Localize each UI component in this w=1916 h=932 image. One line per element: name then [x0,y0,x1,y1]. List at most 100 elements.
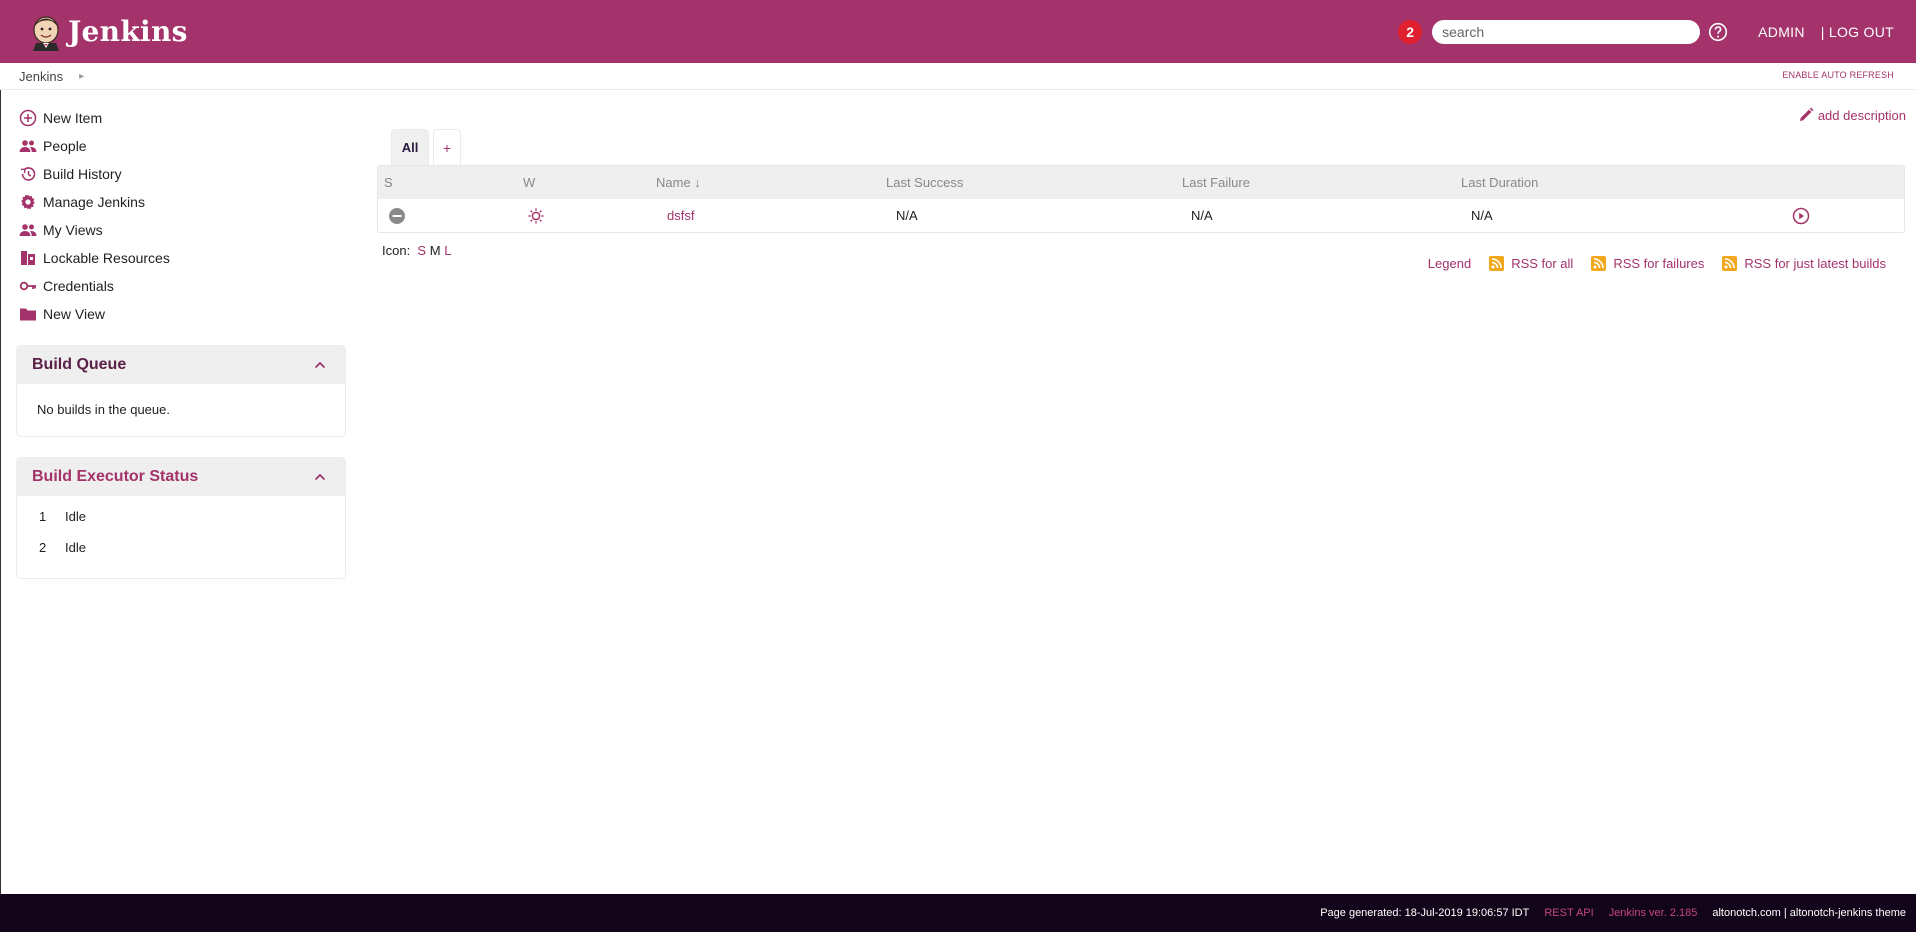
theme-credit: altonotch.com | altonotch-jenkins theme [1712,907,1906,919]
people-icon [18,136,38,156]
logout-link[interactable]: | LOG OUT [1821,24,1894,40]
left-border [0,90,1,894]
build-executor-header: Build Executor Status [17,458,345,496]
last-success-value: N/A [896,208,918,223]
build-queue-body: No builds in the queue. [17,384,345,417]
rss-all-label: RSS for all [1511,256,1574,271]
rss-latest-label: RSS for just latest builds [1744,256,1886,271]
executor-number: 1 [39,509,47,524]
enable-auto-refresh-link[interactable]: ENABLE AUTO REFRESH [1782,70,1894,80]
table-header-row: S W Name ↓ Last Success Last Failure Las… [378,166,1904,199]
history-icon [18,164,38,184]
build-queue-title[interactable]: Build Queue [32,356,126,374]
chevron-up-icon[interactable] [313,470,327,484]
feed-links: Legend RSS for all RSS for failures RSS … [1428,256,1886,271]
icon-size-selector: Icon: S M L [382,243,451,258]
tab-add-view[interactable]: + [433,129,461,165]
sidebar-item-label: Manage Jenkins [43,194,145,210]
sidebar-item-label: New Item [43,110,103,126]
breadcrumb-chevron-icon[interactable]: ▸ [79,71,84,82]
add-description-link[interactable]: add description [1797,106,1906,124]
page-generated-text: Page generated: 18-Jul-2019 19:06:57 IDT [1320,907,1530,919]
breadcrumb: Jenkins ▸ ENABLE AUTO REFRESH [0,63,1916,90]
help-icon[interactable] [1708,22,1728,42]
sidebar-item-lockable-resources[interactable]: Lockable Resources [18,244,318,272]
notification-badge[interactable]: 2 [1398,19,1423,44]
user-link[interactable]: ADMIN [1758,24,1805,40]
sidebar-item-label: Credentials [43,278,114,294]
icon-size-label: Icon: [382,243,411,258]
sidebar-item-new-view[interactable]: New View [18,300,318,328]
weather-sunny-icon [527,199,545,232]
app-title: Jenkins [68,15,188,48]
rss-icon [1722,256,1738,271]
executor-status: Idle [65,540,86,555]
executor-row: 2 Idle [35,532,345,563]
sidebar-item-credentials[interactable]: Credentials [18,272,318,300]
column-header-weather[interactable]: W [523,166,535,199]
key-icon [18,276,38,296]
sidebar-item-label: Build History [43,166,122,182]
jenkins-logo-link[interactable]: Jenkins [28,13,188,51]
sidebar-tasks: New Item People Build History Manage Jen… [18,104,318,328]
status-disabled-icon [388,199,406,232]
icon-size-m-current: M [429,243,441,258]
schedule-build-icon[interactable] [1792,199,1810,232]
tab-all[interactable]: All [391,129,429,165]
page-footer: Page generated: 18-Jul-2019 19:06:57 IDT… [0,894,1916,932]
people-icon [18,220,38,240]
rss-latest-link[interactable]: RSS for just latest builds [1722,256,1886,271]
sidebar-item-build-history[interactable]: Build History [18,160,318,188]
add-description-label: add description [1817,107,1906,123]
folder-icon [18,304,38,324]
sidebar-item-new-item[interactable]: New Item [18,104,318,132]
jenkins-version-link[interactable]: Jenkins ver. 2.185 [1609,907,1698,919]
breadcrumb-jenkins[interactable]: Jenkins [19,69,63,84]
rss-failures-label: RSS for failures [1613,256,1705,271]
legend-link[interactable]: Legend [1428,256,1471,271]
build-queue-pane: Build Queue No builds in the queue. [16,345,346,437]
plus-circle-icon [18,108,38,128]
build-executor-pane: Build Executor Status 1 Idle 2 Idle [16,457,346,579]
rest-api-link[interactable]: REST API [1544,907,1593,919]
column-header-last-duration[interactable]: Last Duration [1461,166,1538,199]
sidebar-item-my-views[interactable]: My Views [18,216,318,244]
chevron-up-icon[interactable] [313,358,327,372]
build-executor-body: 1 Idle 2 Idle [17,496,345,563]
column-header-last-success[interactable]: Last Success [886,166,963,199]
icon-size-l-link[interactable]: L [444,243,451,258]
view-tabs: All + [391,129,465,165]
build-queue-header: Build Queue [17,346,345,384]
jenkins-butler-icon [33,15,59,51]
rss-failures-link[interactable]: RSS for failures [1591,256,1704,271]
header-actions: 2 ADMIN | LOG OUT [1398,0,1916,63]
projects-table: S W Name ↓ Last Success Last Failure Las… [377,165,1905,233]
pencil-icon [1799,107,1814,121]
executor-number: 2 [39,540,47,555]
executor-status: Idle [65,509,86,524]
job-link[interactable]: dsfsf [667,199,694,232]
sidebar-item-label: Lockable Resources [43,250,170,266]
build-queue-empty-text: No builds in the queue. [37,402,170,417]
rss-icon [1489,256,1505,271]
table-row: dsfsf N/A N/A N/A [378,199,1904,232]
last-duration-value: N/A [1471,208,1493,223]
sidebar-item-label: New View [43,306,105,322]
rss-icon [1591,256,1607,271]
sidebar-item-people[interactable]: People [18,132,318,160]
lock-resources-icon [18,248,38,268]
search-input[interactable] [1432,19,1701,44]
page-header: Jenkins 2 ADMIN | LOG OUT [0,0,1916,63]
last-failure-value: N/A [1191,208,1213,223]
rss-all-link[interactable]: RSS for all [1489,256,1573,271]
gear-icon [18,192,38,212]
sidebar-item-label: People [43,138,87,154]
sidebar-item-manage-jenkins[interactable]: Manage Jenkins [18,188,318,216]
column-header-name[interactable]: Name ↓ [656,166,701,199]
sidebar-item-label: My Views [43,222,103,238]
column-header-last-failure[interactable]: Last Failure [1182,166,1250,199]
build-executor-title[interactable]: Build Executor Status [32,468,198,486]
executor-row: 1 Idle [35,501,345,532]
column-header-status[interactable]: S [384,166,393,199]
icon-size-s-link[interactable]: S [417,243,426,258]
